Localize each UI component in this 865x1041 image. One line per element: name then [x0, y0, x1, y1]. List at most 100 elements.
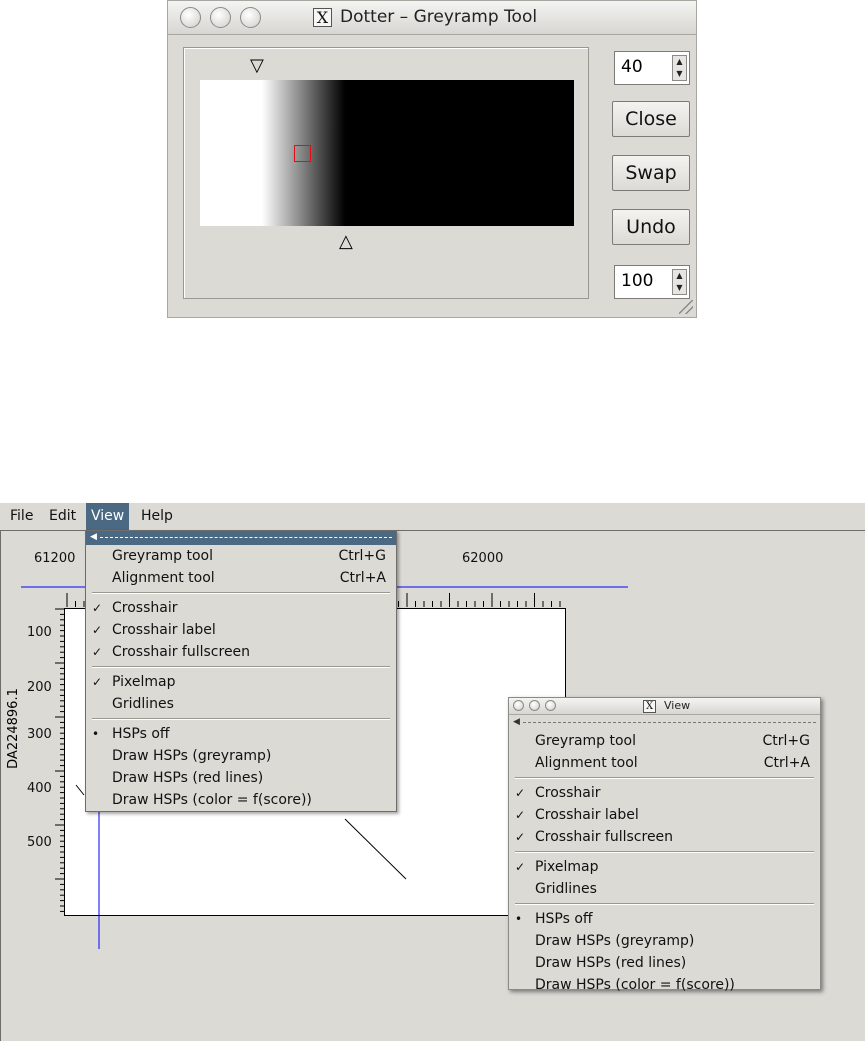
swap-button[interactable]: Swap [612, 155, 690, 191]
menu-view-label: View [91, 508, 125, 524]
top-value-spinner[interactable]: 40 ▲ ▼ [614, 51, 690, 85]
view-window-titlebar: X View [509, 698, 820, 715]
menu-item-label: Pixelmap [535, 859, 599, 875]
checkmark-icon: ✓ [92, 623, 103, 637]
menu-item-label: Crosshair [535, 785, 601, 801]
maximize-window-button[interactable] [240, 7, 261, 28]
dotter-main-window: File Edit View Help 61200 62000 100 200 … [0, 503, 865, 1041]
undo-button[interactable]: Undo [612, 209, 690, 245]
view-menu-item-alignment-tool[interactable]: Alignment tool Ctrl+A [86, 567, 396, 589]
spinner-arrows-icon[interactable]: ▲ ▼ [672, 55, 687, 81]
window-title: Dotter – Greyramp Tool [340, 7, 538, 27]
y-tick-label: 200 [27, 680, 52, 695]
checkmark-icon: ✓ [515, 860, 526, 874]
view-menu-item-pixelmap[interactable]: ✓ Pixelmap [86, 671, 396, 693]
view-window-item-draw-hsps-red-lines[interactable]: Draw HSPs (red lines) [509, 952, 820, 974]
menu-item-label: HSPs off [112, 726, 170, 742]
close-button[interactable]: Close [612, 101, 690, 137]
top-value-text[interactable]: 40 [621, 57, 643, 77]
view-window-item-crosshair-fullscreen[interactable]: ✓ Crosshair fullscreen [509, 826, 820, 848]
menu-view[interactable]: View [86, 503, 130, 530]
menu-item-label: Crosshair fullscreen [535, 829, 674, 845]
menu-separator [86, 589, 396, 597]
resize-grip-icon[interactable] [679, 300, 693, 314]
view-window-item-crosshair-label[interactable]: ✓ Crosshair label [509, 804, 820, 826]
alignment-diagonal [344, 818, 407, 880]
greyramp-gradient[interactable] [200, 80, 574, 226]
view-window-menu: ◀ Greyramp tool Ctrl+G Alignment tool Ctrl+… [509, 716, 820, 996]
menu-item-accelerator: Ctrl+G [338, 548, 387, 564]
maximize-window-button[interactable] [545, 700, 556, 711]
close-window-button[interactable] [180, 7, 201, 28]
view-menu-item-crosshair[interactable]: ✓ Crosshair [86, 597, 396, 619]
x11-logo-icon: X [643, 700, 656, 713]
view-menu-item-crosshair-label[interactable]: ✓ Crosshair label [86, 619, 396, 641]
menu-file[interactable]: File [5, 503, 38, 530]
menu-tearoff[interactable]: ◀ [509, 716, 820, 730]
menubar: File Edit View Help [0, 503, 865, 530]
greyramp-titlebar: X Dotter – Greyramp Tool [168, 1, 696, 35]
menu-item-label: Draw HSPs (greyramp) [112, 748, 272, 764]
menu-separator [509, 900, 820, 908]
top-ramp-handle-icon[interactable]: ▽ [250, 57, 264, 75]
menu-item-accelerator: Ctrl+A [763, 755, 810, 771]
minimize-window-button[interactable] [210, 7, 231, 28]
menu-separator [86, 715, 396, 723]
checkmark-icon: ✓ [515, 830, 526, 844]
alignment-diagonal-2 [75, 784, 85, 796]
menu-separator [509, 848, 820, 856]
menu-item-label: Draw HSPs (red lines) [112, 770, 264, 786]
menu-tearoff[interactable]: ◀ [86, 531, 396, 545]
x11-logo-icon: X [313, 8, 332, 27]
view-window-item-pixelmap[interactable]: ✓ Pixelmap [509, 856, 820, 878]
view-menu-item-crosshair-fullscreen[interactable]: ✓ Crosshair fullscreen [86, 641, 396, 663]
y-axis-title: DA224896.1 [5, 688, 21, 769]
view-window-item-draw-hsps-greyramp[interactable]: Draw HSPs (greyramp) [509, 930, 820, 952]
view-menu-item-gridlines[interactable]: Gridlines [86, 693, 396, 715]
bottom-value-spinner[interactable]: 100 ▲ ▼ [614, 265, 690, 299]
view-menu-item-hsps-off[interactable]: • HSPs off [86, 723, 396, 745]
view-window-item-alignment-tool[interactable]: Alignment tool Ctrl+A [509, 752, 820, 774]
menu-help-label: Help [141, 508, 173, 524]
menu-item-label: Greyramp tool [535, 733, 637, 749]
close-window-button[interactable] [513, 700, 524, 711]
menu-separator [509, 774, 820, 782]
menu-help[interactable]: Help [136, 503, 178, 530]
view-menu-item-draw-hsps-greyramp[interactable]: Draw HSPs (greyramp) [86, 745, 396, 767]
menu-edit[interactable]: Edit [44, 503, 81, 530]
radio-dot-icon: • [92, 727, 100, 741]
menu-item-label: Crosshair label [112, 622, 216, 638]
bottom-value-text[interactable]: 100 [621, 271, 653, 291]
menu-item-label: Crosshair fullscreen [112, 644, 251, 660]
view-window-items: Greyramp tool Ctrl+G Alignment tool Ctrl+A ✓… [509, 730, 820, 996]
checkmark-icon: ✓ [515, 808, 526, 822]
y-tick-label: 400 [27, 781, 52, 796]
view-window-item-crosshair[interactable]: ✓ Crosshair [509, 782, 820, 804]
checkmark-icon: ✓ [92, 675, 103, 689]
menu-item-label: Draw HSPs (greyramp) [535, 933, 695, 949]
menu-item-label: Gridlines [112, 696, 174, 712]
spinner-arrows-icon[interactable]: ▲ ▼ [672, 269, 687, 295]
view-menu-item-draw-hsps-color-f-score[interactable]: Draw HSPs (color = f(score)) [86, 789, 396, 811]
ramp-position-marker[interactable] [294, 145, 311, 162]
view-menu-dropdown: ◀ Greyramp tool Ctrl+G Alignment tool Ctrl+… [85, 530, 397, 812]
view-window-item-draw-hsps-color-f-score[interactable]: Draw HSPs (color = f(score)) [509, 974, 820, 996]
view-window-item-hsps-off[interactable]: • HSPs off [509, 908, 820, 930]
y-tick-label: 500 [27, 835, 52, 850]
view-menu-item-draw-hsps-red-lines[interactable]: Draw HSPs (red lines) [86, 767, 396, 789]
menu-item-label: Gridlines [535, 881, 597, 897]
checkmark-icon: ✓ [515, 786, 526, 800]
tearoff-arrow-icon: ◀ [513, 717, 520, 727]
view-menu-items: Greyramp tool Ctrl+G Alignment tool Ctrl+A ✓… [86, 545, 396, 811]
menu-item-label: Crosshair label [535, 807, 639, 823]
checkmark-icon: ✓ [92, 601, 103, 615]
view-window-item-greyramp-tool[interactable]: Greyramp tool Ctrl+G [509, 730, 820, 752]
radio-dot-icon: • [515, 912, 523, 926]
view-window-item-gridlines[interactable]: Gridlines [509, 878, 820, 900]
bottom-ramp-handle-icon[interactable]: △ [339, 233, 353, 251]
minimize-window-button[interactable] [529, 700, 540, 711]
view-tearoff-window: X View ◀ Greyramp tool Ctrl+G Alignment to… [508, 697, 821, 993]
checkmark-icon: ✓ [92, 645, 103, 659]
view-menu-item-greyramp-tool[interactable]: Greyramp tool Ctrl+G [86, 545, 396, 567]
menu-item-accelerator: Ctrl+A [339, 570, 386, 586]
